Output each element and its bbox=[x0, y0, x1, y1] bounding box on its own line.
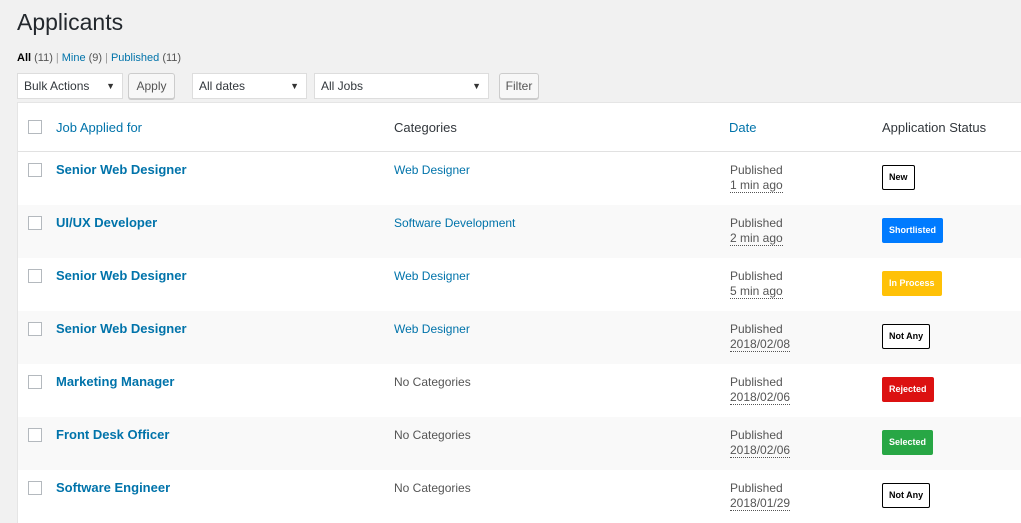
filter-all[interactable]: All (11) bbox=[17, 52, 53, 64]
job-title-link[interactable]: Software Engineer bbox=[56, 480, 170, 495]
column-application-status: Application Status bbox=[882, 120, 987, 135]
filter-mine[interactable]: Mine (9) bbox=[62, 52, 102, 64]
date-status: Published bbox=[730, 428, 783, 442]
status-badge: Shortlisted bbox=[882, 218, 944, 243]
column-job-applied-for[interactable]: Job Applied for bbox=[56, 120, 142, 135]
date-status: Published bbox=[730, 163, 783, 177]
date-value: 2 min ago bbox=[730, 231, 783, 246]
job-title-link[interactable]: Senior Web Designer bbox=[56, 321, 187, 336]
view-filters: All (11) | Mine (9) | Published (11) bbox=[17, 52, 181, 64]
job-title-link[interactable]: Senior Web Designer bbox=[56, 162, 187, 177]
status-badge: In Process bbox=[882, 271, 942, 296]
table-row: Front Desk Officer No Categories Published… bbox=[18, 417, 1021, 470]
jobs-select[interactable]: All Jobs ▼ bbox=[314, 73, 489, 99]
row-checkbox[interactable] bbox=[28, 322, 42, 336]
filter-button[interactable]: Filter bbox=[499, 73, 539, 99]
category-text: No Categories bbox=[394, 428, 471, 442]
category-text: No Categories bbox=[394, 481, 471, 495]
category-text: No Categories bbox=[394, 375, 471, 389]
dates-select[interactable]: All dates ▼ bbox=[192, 73, 307, 99]
date-value: 1 min ago bbox=[730, 178, 783, 193]
date-status: Published bbox=[730, 481, 783, 495]
category-link[interactable]: Software Development bbox=[394, 216, 515, 230]
table-row: Marketing Manager No Categories Published 2… bbox=[18, 364, 1021, 417]
row-checkbox[interactable] bbox=[28, 163, 42, 177]
jobs-label: All Jobs bbox=[321, 79, 364, 93]
select-all-checkbox[interactable] bbox=[28, 120, 42, 134]
date-status: Published bbox=[730, 269, 783, 283]
job-title-link[interactable]: UI/UX Developer bbox=[56, 215, 157, 230]
date-value: 2018/02/08 bbox=[730, 337, 791, 352]
category-link[interactable]: Web Designer bbox=[394, 322, 470, 336]
bulk-actions-select[interactable]: Bulk Actions ▼ bbox=[17, 73, 123, 99]
row-checkbox[interactable] bbox=[28, 481, 42, 495]
dates-label: All dates bbox=[199, 79, 246, 93]
row-checkbox[interactable] bbox=[28, 428, 42, 442]
row-checkbox[interactable] bbox=[28, 269, 42, 283]
table-row: Senior Web Designer Web Designer Published… bbox=[18, 258, 1021, 311]
filter-separator: | bbox=[105, 52, 108, 64]
row-checkbox[interactable] bbox=[28, 216, 42, 230]
table-row: Senior Web Designer Web Designer Published… bbox=[18, 311, 1021, 364]
row-checkbox[interactable] bbox=[28, 375, 42, 389]
status-badge: New bbox=[882, 165, 915, 190]
table-row: UI/UX Developer Software Development Publi… bbox=[18, 205, 1021, 258]
apply-button[interactable]: Apply bbox=[128, 73, 175, 99]
date-value: 2018/02/06 bbox=[730, 443, 791, 458]
filter-published[interactable]: Published (11) bbox=[111, 52, 181, 64]
chevron-down-icon: ▼ bbox=[472, 81, 481, 91]
date-status: Published bbox=[730, 322, 783, 336]
date-status: Published bbox=[730, 216, 783, 230]
category-link[interactable]: Web Designer bbox=[394, 269, 470, 283]
status-badge: Rejected bbox=[882, 377, 934, 402]
table-row: Software Engineer No Categories Published 2… bbox=[18, 470, 1021, 523]
table-row: Senior Web Designer Web Designer Published… bbox=[18, 152, 1021, 205]
chevron-down-icon: ▼ bbox=[290, 81, 299, 91]
job-title-link[interactable]: Marketing Manager bbox=[56, 374, 174, 389]
filter-separator: | bbox=[55, 52, 59, 64]
column-date[interactable]: Date bbox=[729, 120, 756, 135]
chevron-down-icon: ▼ bbox=[106, 81, 115, 91]
job-title-link[interactable]: Senior Web Designer bbox=[56, 268, 187, 283]
status-badge: Selected bbox=[882, 430, 934, 455]
status-badge: Not Any bbox=[882, 483, 931, 508]
category-link[interactable]: Web Designer bbox=[394, 163, 470, 177]
table-header: Job Applied for Categories Date Applicat… bbox=[18, 103, 1021, 152]
page-title: Applicants bbox=[17, 9, 124, 35]
status-badge: Not Any bbox=[882, 324, 931, 349]
column-categories: Categories bbox=[394, 120, 457, 135]
applicants-table: Job Applied for Categories Date Applicat… bbox=[17, 102, 1021, 523]
date-status: Published bbox=[730, 375, 783, 389]
bulk-actions-label: Bulk Actions bbox=[24, 79, 90, 93]
date-value: 2018/02/06 bbox=[730, 390, 791, 405]
date-value: 2018/01/29 bbox=[730, 496, 791, 511]
job-title-link[interactable]: Front Desk Officer bbox=[56, 427, 169, 442]
date-value: 5 min ago bbox=[730, 284, 783, 299]
